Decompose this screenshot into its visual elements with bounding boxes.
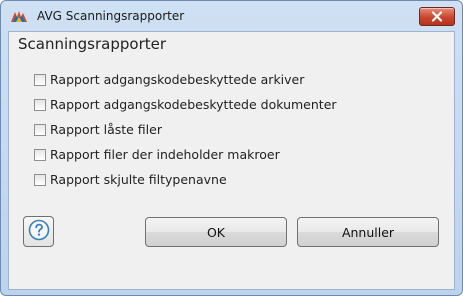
ok-button[interactable]: OK <box>145 217 287 247</box>
help-icon <box>28 219 50 245</box>
option-password-archives[interactable]: Rapport adgangskodebeskyttede arkiver <box>34 67 337 92</box>
option-label: Rapport adgangskodebeskyttede arkiver <box>50 72 305 87</box>
checkbox[interactable] <box>34 73 46 86</box>
window-title: AVG Scanningsrapporter <box>37 9 185 23</box>
close-icon <box>431 11 443 22</box>
cancel-button[interactable]: Annuller <box>297 217 439 247</box>
checkbox[interactable] <box>34 123 46 136</box>
close-button[interactable] <box>419 7 455 26</box>
options-list: Rapport adgangskodebeskyttede arkiver Ra… <box>34 67 337 192</box>
title-bar[interactable]: AVG Scanningsrapporter <box>1 1 462 31</box>
option-label: Rapport adgangskodebeskyttede dokumenter <box>50 97 337 112</box>
option-password-documents[interactable]: Rapport adgangskodebeskyttede dokumenter <box>34 92 337 117</box>
checkbox[interactable] <box>34 98 46 111</box>
dialog-window: AVG Scanningsrapporter Scanningsrapporte… <box>0 0 463 296</box>
option-locked-files[interactable]: Rapport låste filer <box>34 117 337 142</box>
option-label: Rapport låste filer <box>50 122 162 137</box>
checkbox[interactable] <box>34 173 46 186</box>
help-button[interactable] <box>23 216 54 247</box>
option-hidden-extensions[interactable]: Rapport skjulte filtypenavne <box>34 167 337 192</box>
option-label: Rapport filer der indeholder makroer <box>50 147 280 162</box>
checkbox[interactable] <box>34 148 46 161</box>
option-macro-files[interactable]: Rapport filer der indeholder makroer <box>34 142 337 167</box>
avg-logo-icon <box>9 9 29 25</box>
dialog-heading: Scanningsrapporter <box>18 35 167 53</box>
option-label: Rapport skjulte filtypenavne <box>50 172 227 187</box>
